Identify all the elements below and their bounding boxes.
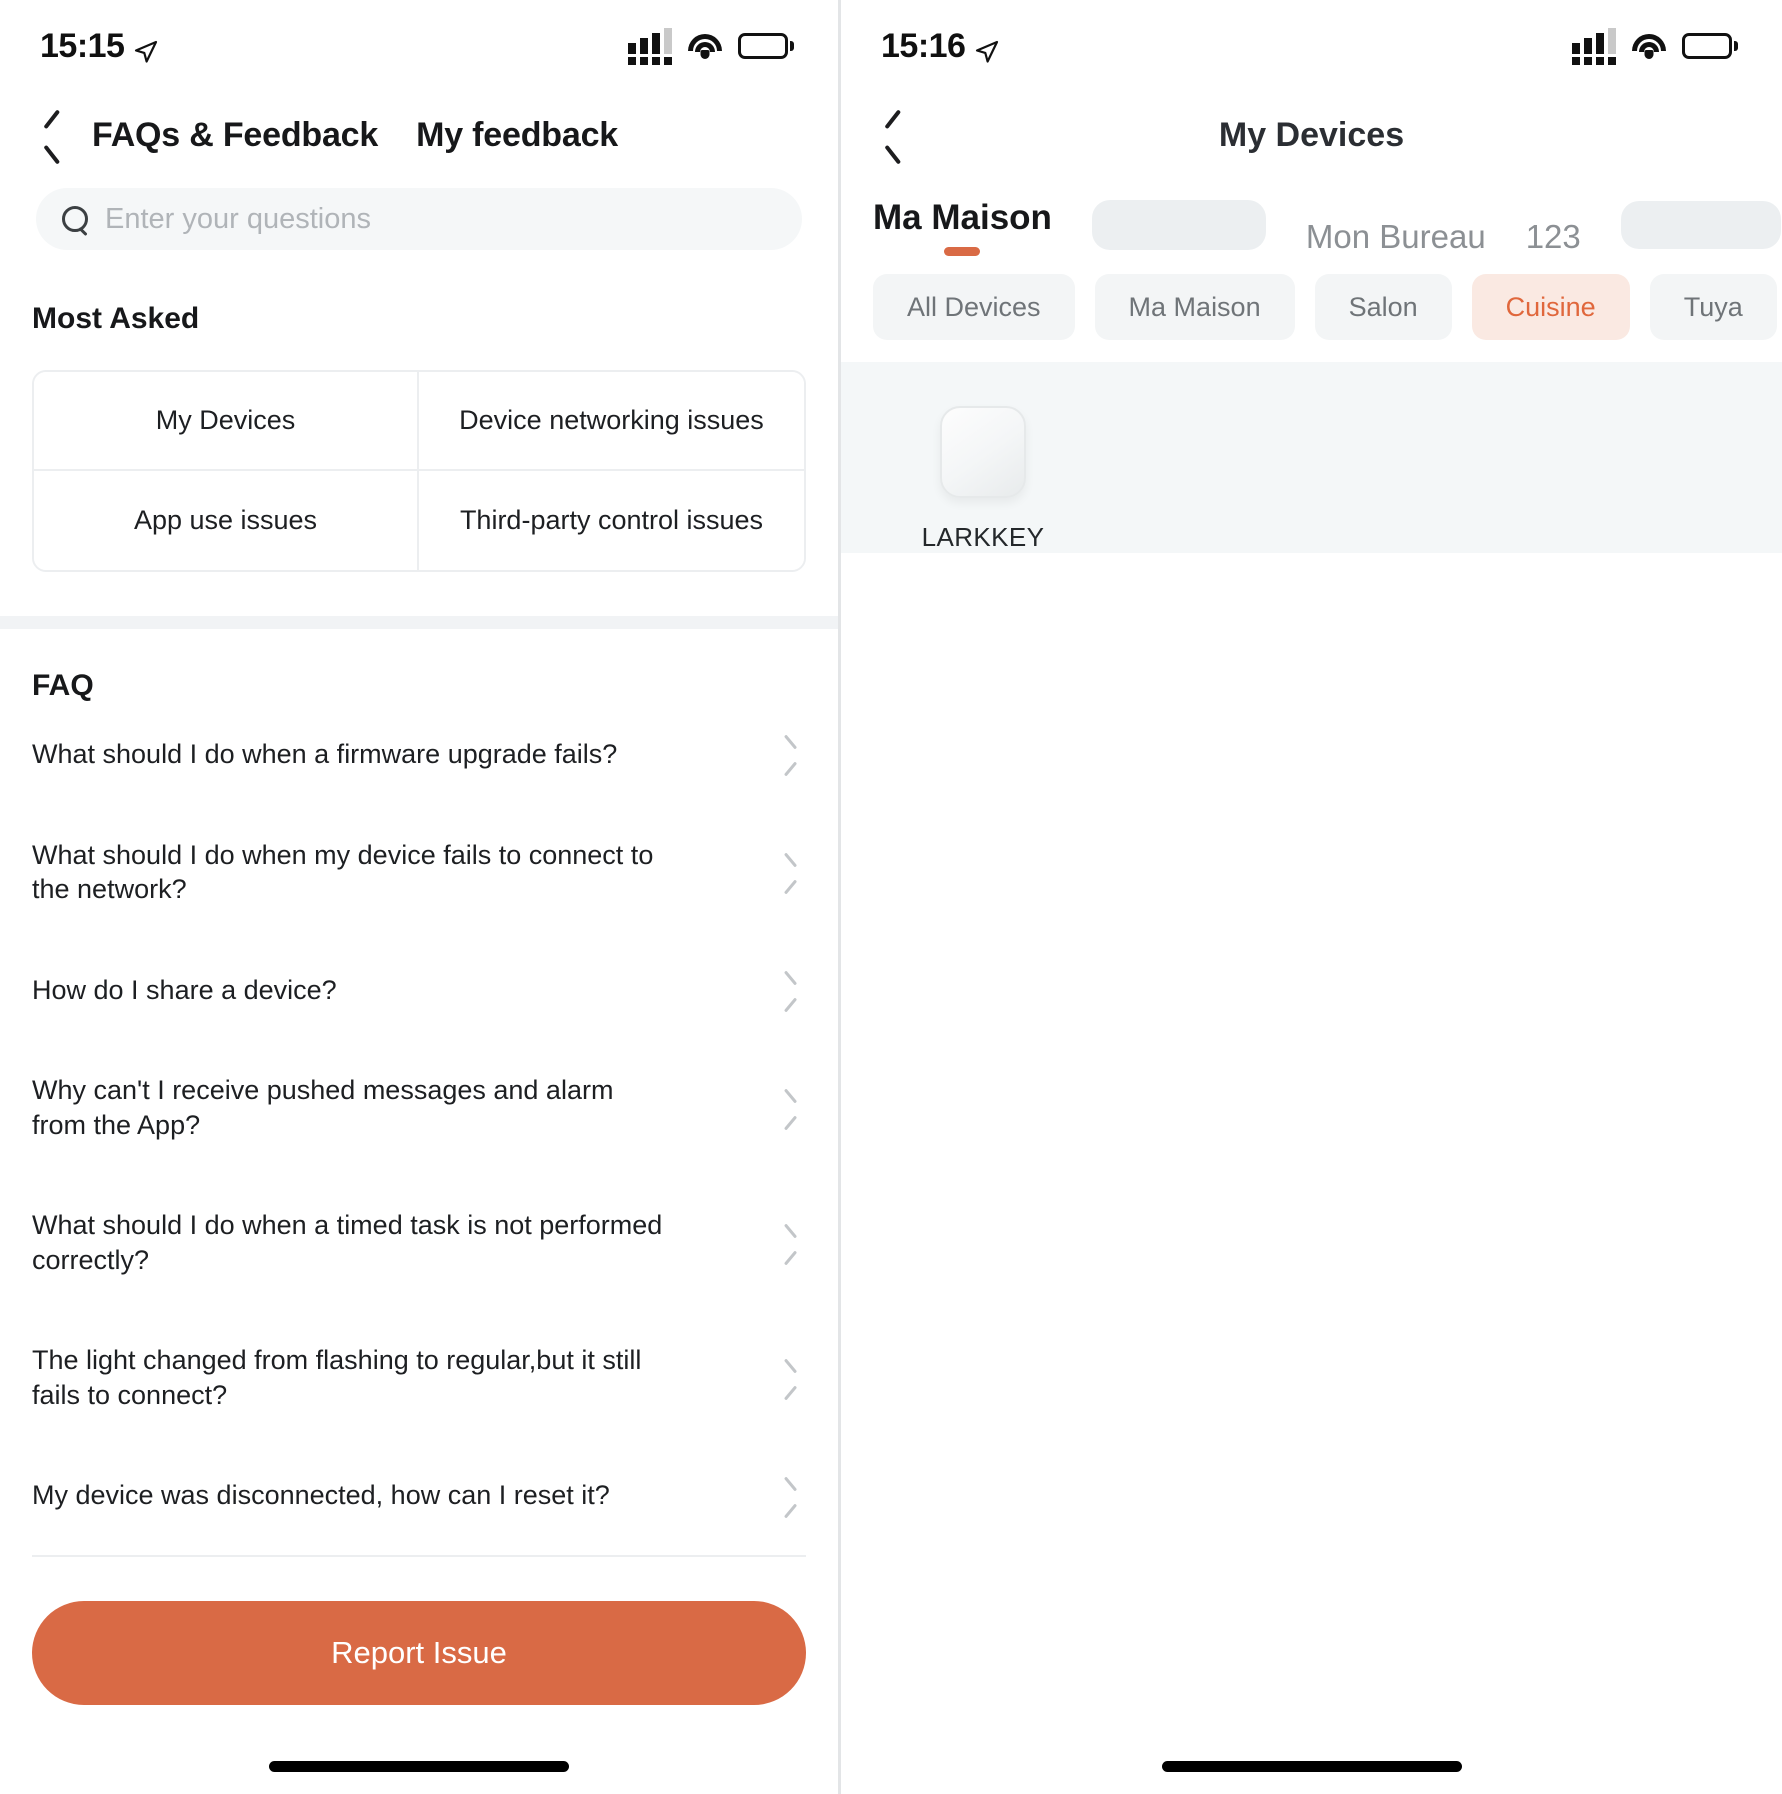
most-asked-grid: My Devices Device networking issues App … [32, 370, 806, 572]
report-button-container: Report Issue [0, 1557, 838, 1706]
faq-item[interactable]: How do I share a device? [32, 939, 806, 1040]
home-tab-label: 123 [1525, 218, 1581, 255]
tab-my-feedback[interactable]: My feedback [416, 116, 618, 155]
wifi-icon [1632, 33, 1666, 59]
status-bar-time: 15:16 [881, 26, 966, 65]
location-arrow-icon [975, 34, 999, 63]
battery-full-icon [738, 33, 794, 59]
status-bar-icons [628, 27, 794, 65]
faq-heading: FAQ [32, 669, 94, 702]
chevron-right-icon [784, 858, 800, 886]
faq-item-label: What should I do when a timed task is no… [32, 1210, 663, 1275]
room-chip-all-devices[interactable]: All Devices [873, 274, 1075, 340]
search-placeholder: Enter your questions [105, 202, 371, 235]
status-bar-time: 15:15 [40, 26, 125, 65]
chevron-right-icon [784, 976, 800, 1004]
faq-item[interactable]: The light changed from flashing to regul… [32, 1309, 806, 1444]
home-tab-label: Mon Bureau [1305, 218, 1486, 255]
wifi-icon [688, 33, 722, 59]
chevron-right-icon [784, 1094, 800, 1122]
room-chip-cuisine[interactable]: Cuisine [1471, 274, 1630, 340]
status-bar-time-group: 15:15 [40, 27, 158, 66]
smart-switch-panel-icon [940, 406, 1026, 498]
dual-screenshot-container: 15:15 FAQs & Feedback My feedback Enter … [0, 0, 1782, 1794]
right-phone-screen: 15:16 My Devices Ma Maison Mon Bureau 12… [838, 0, 1782, 1794]
chevron-right-icon [784, 740, 800, 768]
home-indicator [0, 1761, 838, 1772]
faq-item[interactable]: My device was disconnected, how can I re… [32, 1444, 806, 1545]
home-tab-123[interactable]: 123 [1526, 218, 1581, 256]
most-asked-item-my-devices[interactable]: My Devices [34, 372, 419, 471]
device-name-label: LARKKEY [921, 522, 1045, 552]
most-asked-item-device-networking[interactable]: Device networking issues [419, 372, 804, 471]
home-tab-redacted[interactable] [1620, 201, 1781, 249]
status-bar-left: 15:15 [0, 0, 838, 92]
search-section: Enter your questions [0, 178, 838, 250]
faq-item-label: Why can't I receive pushed messages and … [32, 1075, 614, 1140]
most-asked-item-app-use[interactable]: App use issues [34, 471, 419, 570]
room-filter-chips: All Devices Ma Maison Salon Cuisine Tuya [841, 256, 1782, 362]
faq-item[interactable]: What should I do when my device fails to… [32, 804, 806, 939]
faq-item-label: What should I do when a firmware upgrade… [32, 739, 618, 769]
status-bar-icons [1572, 27, 1738, 65]
home-tab-label: Ma Maison [873, 198, 1052, 237]
status-bar-right: 15:16 [841, 0, 1782, 92]
chevron-right-icon [784, 1364, 800, 1392]
most-asked-item-third-party[interactable]: Third-party control issues [419, 471, 804, 570]
nav-bar-right: My Devices [841, 92, 1782, 178]
faq-item-label: How do I share a device? [32, 974, 337, 1005]
device-grid: LARKKEY [841, 406, 1782, 553]
section-separator [0, 616, 838, 629]
cellular-signal-icon [1572, 27, 1616, 65]
battery-full-icon [1682, 33, 1738, 59]
faq-item-label: What should I do when my device fails to… [32, 839, 654, 905]
home-tabs: Ma Maison Mon Bureau 123 [841, 178, 1782, 256]
room-chip-tuya[interactable]: Tuya [1649, 274, 1777, 340]
faq-item-label: The light changed from flashing to regul… [32, 1345, 642, 1410]
faq-item[interactable]: What should I do when a timed task is no… [32, 1174, 806, 1309]
chevron-left-icon [41, 116, 63, 154]
home-tab-redacted[interactable] [1091, 200, 1266, 250]
search-icon [62, 205, 89, 233]
home-tab-ma-maison[interactable]: Ma Maison [873, 198, 1052, 256]
device-list-area: LARKKEY [841, 362, 1782, 553]
room-chip-ma-maison[interactable]: Ma Maison [1094, 274, 1295, 340]
nav-title-group: FAQs & Feedback My feedback [92, 116, 618, 155]
left-phone-screen: 15:15 FAQs & Feedback My feedback Enter … [0, 0, 838, 1794]
nav-bar-left: FAQs & Feedback My feedback [0, 92, 838, 178]
home-tab-mon-bureau[interactable]: Mon Bureau [1306, 218, 1486, 256]
status-bar-time-group: 15:16 [881, 27, 999, 66]
report-issue-button[interactable]: Report Issue [32, 1601, 806, 1706]
location-arrow-icon [134, 34, 158, 63]
search-input[interactable]: Enter your questions [36, 188, 802, 250]
cellular-signal-icon [628, 27, 672, 65]
page-title: FAQs & Feedback [92, 115, 379, 154]
home-indicator [841, 1761, 1782, 1772]
page-title: My Devices [1218, 115, 1405, 154]
device-card-larkkey[interactable]: LARKKEY [893, 406, 1073, 553]
room-chip-salon[interactable]: Salon [1314, 274, 1452, 340]
chevron-right-icon [784, 1229, 800, 1257]
back-button[interactable] [12, 95, 92, 175]
faq-item[interactable]: Why can't I receive pushed messages and … [32, 1039, 806, 1174]
faq-list: What should I do when a firmware upgrade… [0, 703, 838, 1545]
chevron-right-icon [784, 1482, 800, 1510]
faq-item[interactable]: What should I do when a firmware upgrade… [32, 703, 806, 804]
active-tab-indicator [944, 247, 981, 256]
faq-item-label: My device was disconnected, how can I re… [32, 1480, 610, 1511]
most-asked-heading: Most Asked [32, 302, 200, 335]
